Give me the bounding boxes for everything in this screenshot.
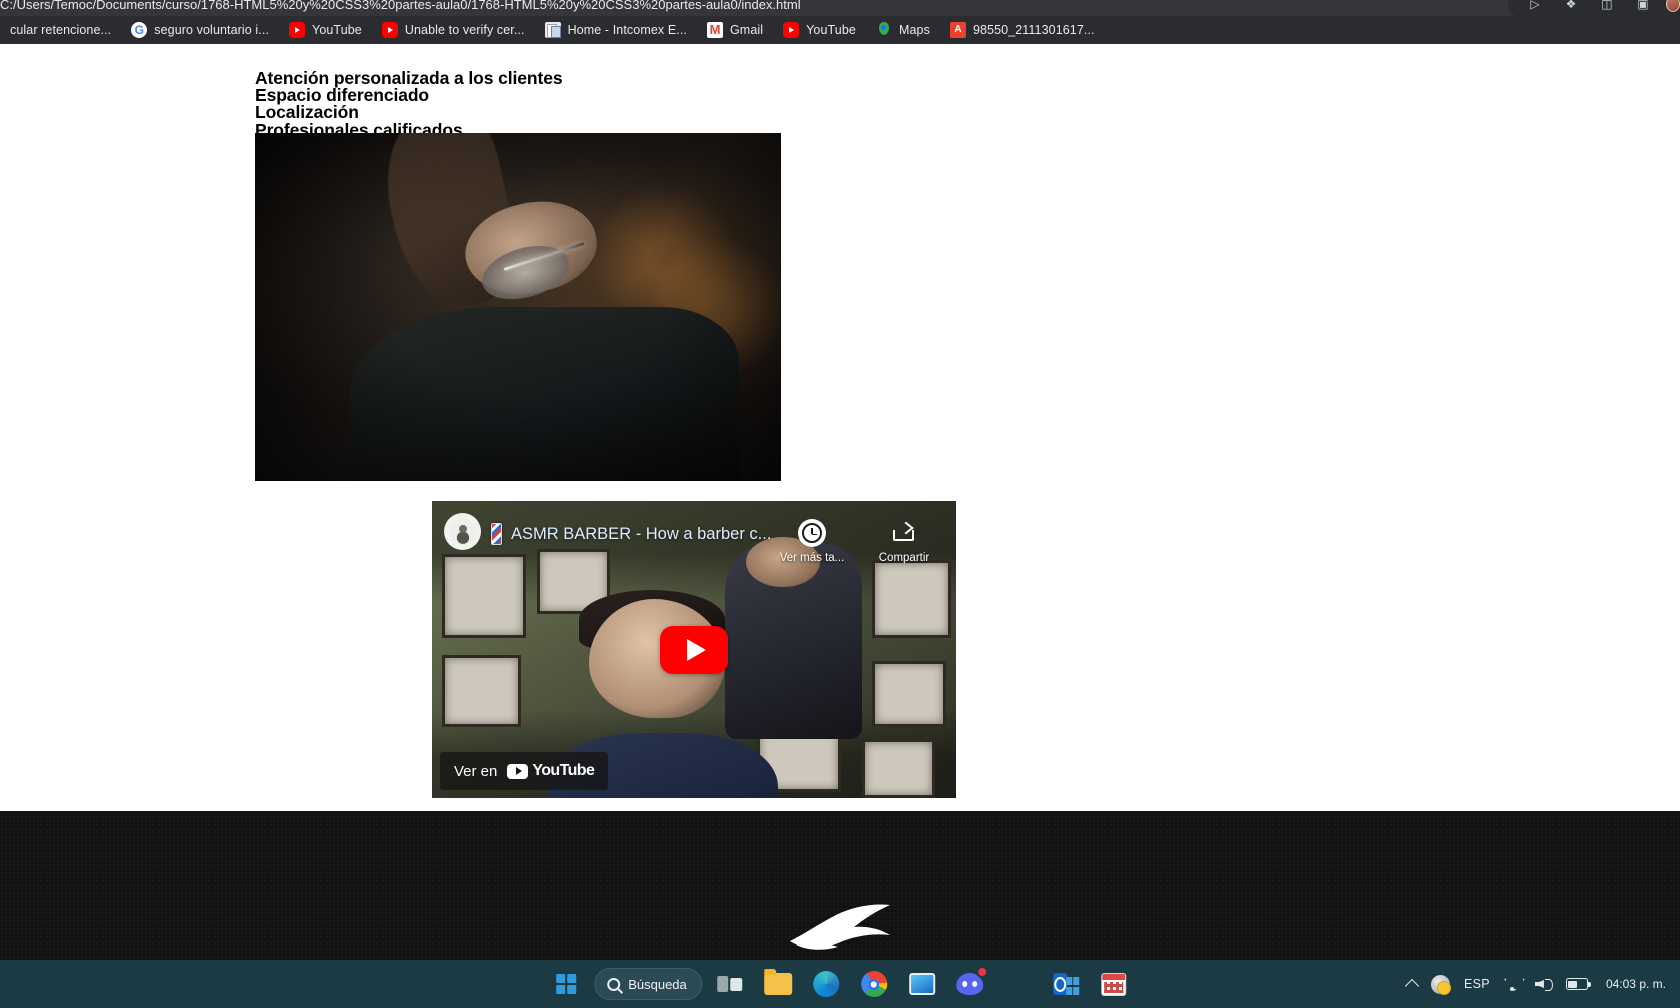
windows-taskbar: Búsqueda ESP 04:03 p. m. — [0, 960, 1680, 1008]
bookmark-label: seguro voluntario i... — [154, 23, 270, 37]
bookmark-label: 98550_2111301617... — [972, 23, 1095, 37]
watch-later-button[interactable]: Ver más ta... — [778, 519, 846, 564]
windows-logo-icon — [556, 974, 577, 994]
folder-icon — [763, 969, 792, 995]
notification-badge — [975, 966, 988, 978]
battery-icon[interactable] — [1565, 978, 1591, 990]
calendar-icon — [1101, 972, 1127, 996]
language-indicator[interactable]: ESP — [1464, 977, 1490, 991]
vscode-button[interactable] — [998, 964, 1038, 1004]
youtube-favicon-icon — [289, 22, 306, 38]
video-overlay-header: ASMR BARBER - How a barber c... Ver más … — [432, 501, 956, 567]
youtube-embed-player[interactable]: ASMR BARBER - How a barber c... Ver más … — [432, 501, 956, 798]
youtube-play-icon — [507, 763, 529, 779]
watch-on-label: Ver en — [454, 762, 498, 780]
youtube-favicon-icon — [783, 22, 800, 38]
bookmark-label: YouTube — [806, 23, 856, 37]
share-button[interactable]: Compartir — [870, 519, 938, 564]
bookmark-item-home-intcomex[interactable]: Home - Intcomex E... — [535, 18, 697, 42]
thumb-wall-frame — [861, 738, 936, 798]
video-action-buttons: Ver más ta... Compartir — [778, 513, 938, 564]
search-button[interactable]: Búsqueda — [594, 968, 702, 1000]
bookmark-item-pdf[interactable]: A 98550_2111301617... — [940, 18, 1105, 42]
video-title[interactable]: ASMR BARBER - How a barber c... — [511, 525, 771, 544]
sidebar-icon[interactable]: ▣ — [1630, 0, 1656, 15]
bookmark-label: Maps — [898, 23, 930, 37]
chrome-button[interactable] — [854, 964, 894, 1004]
gmail-favicon-icon — [706, 22, 723, 38]
maps-favicon-icon — [876, 22, 892, 38]
extensions-puzzle-icon[interactable]: ❖ — [1558, 0, 1584, 15]
profile-avatar[interactable] — [1665, 0, 1680, 12]
bookmark-label: YouTube — [312, 23, 362, 37]
youtube-brand-text: YouTube — [532, 762, 595, 779]
bookmark-label: Gmail — [729, 23, 764, 37]
thumb-wall-frame — [442, 655, 522, 727]
browser-profile-area: ▷ ❖ ◫ ▣ — [1508, 0, 1680, 16]
bookmark-item-youtube-1[interactable]: YouTube — [279, 18, 372, 42]
chrome-icon — [860, 971, 887, 997]
bookmarks-bar: cular retencione... G seguro voluntario … — [0, 16, 1680, 44]
bookmark-item-maps[interactable]: Maps — [866, 18, 940, 42]
play-button[interactable] — [660, 625, 728, 674]
bookmark-item-seguro-voluntario[interactable]: G seguro voluntario i... — [121, 18, 279, 42]
media-control-icon[interactable]: ▷ — [1522, 0, 1548, 15]
browser-toolbar: C:/Users/Temoc/Documents/curso/1768-HTML… — [0, 0, 1680, 16]
document-favicon-icon — [544, 22, 561, 38]
barbershop-logo-icon — [790, 904, 890, 950]
show-hidden-icons-button[interactable] — [1404, 977, 1420, 994]
task-view-button[interactable] — [710, 964, 750, 1004]
search-icon — [607, 977, 621, 991]
thumb-wall-frame — [872, 661, 946, 727]
share-label: Compartir — [878, 552, 930, 564]
thumb-wall-frame — [872, 560, 951, 638]
watch-on-youtube-button[interactable]: Ver en YouTube — [440, 752, 609, 790]
outlook-button[interactable] — [1046, 964, 1086, 1004]
clock-time: 04:03 p. m. — [1605, 976, 1666, 991]
remote-desktop-icon — [908, 973, 935, 995]
channel-avatar-image — [449, 518, 476, 545]
split-screen-icon[interactable]: ◫ — [1594, 0, 1620, 15]
address-bar-url: C:/Users/Temoc/Documents/curso/1768-HTML… — [0, 0, 801, 12]
bookmark-item-unable-to-verify[interactable]: Unable to verify cer... — [372, 18, 535, 42]
google-favicon-icon: G — [131, 22, 148, 38]
edge-button[interactable] — [806, 964, 846, 1004]
calendar-button[interactable] — [1094, 964, 1134, 1004]
video-title-area[interactable]: ASMR BARBER - How a barber c... — [491, 513, 778, 545]
onedrive-warning-icon[interactable] — [1431, 974, 1452, 995]
start-button[interactable] — [546, 964, 586, 1004]
clock[interactable]: 04:03 p. m. — [1606, 977, 1666, 992]
barber-pole-icon — [491, 523, 502, 545]
task-view-icon — [716, 974, 743, 994]
taskbar-items: Búsqueda — [546, 960, 1134, 1008]
web-page-content: Atención personalizada a los clientes Es… — [0, 44, 1680, 1008]
remote-desktop-button[interactable] — [902, 964, 942, 1004]
bookmark-label: Home - Intcomex E... — [567, 23, 687, 37]
barbershop-photo — [255, 133, 781, 481]
share-arrow-icon — [890, 519, 918, 547]
system-tray: ESP 04:03 p. m. — [1404, 960, 1670, 1008]
channel-avatar[interactable] — [444, 513, 481, 550]
wifi-icon[interactable] — [1504, 977, 1521, 991]
bookmark-item-gmail[interactable]: Gmail — [697, 18, 773, 42]
edge-icon — [812, 971, 839, 997]
youtube-favicon-icon — [381, 22, 398, 38]
file-explorer-button[interactable] — [758, 964, 798, 1004]
youtube-wordmark: YouTube — [507, 762, 595, 780]
watch-later-label: Ver más ta... — [779, 552, 845, 564]
photo-vignette — [255, 133, 781, 481]
bookmark-label: Unable to verify cer... — [404, 23, 525, 37]
search-label: Búsqueda — [628, 976, 687, 992]
pdf-favicon-icon: A — [949, 22, 966, 38]
outlook-icon — [1052, 973, 1079, 995]
bookmark-label: cular retencione... — [10, 23, 112, 37]
bookmark-item-cular-retencione[interactable]: cular retencione... — [0, 18, 121, 42]
discord-button[interactable] — [950, 964, 990, 1004]
bookmark-item-youtube-2[interactable]: YouTube — [773, 18, 866, 42]
feature-heading-list: Atención personalizada a los clientes Es… — [255, 69, 563, 139]
volume-icon[interactable] — [1535, 977, 1553, 991]
screen: C:/Users/Temoc/Documents/curso/1768-HTML… — [0, 0, 1680, 1008]
address-bar[interactable]: C:/Users/Temoc/Documents/curso/1768-HTML… — [0, 0, 1480, 16]
clock-icon — [798, 519, 826, 547]
